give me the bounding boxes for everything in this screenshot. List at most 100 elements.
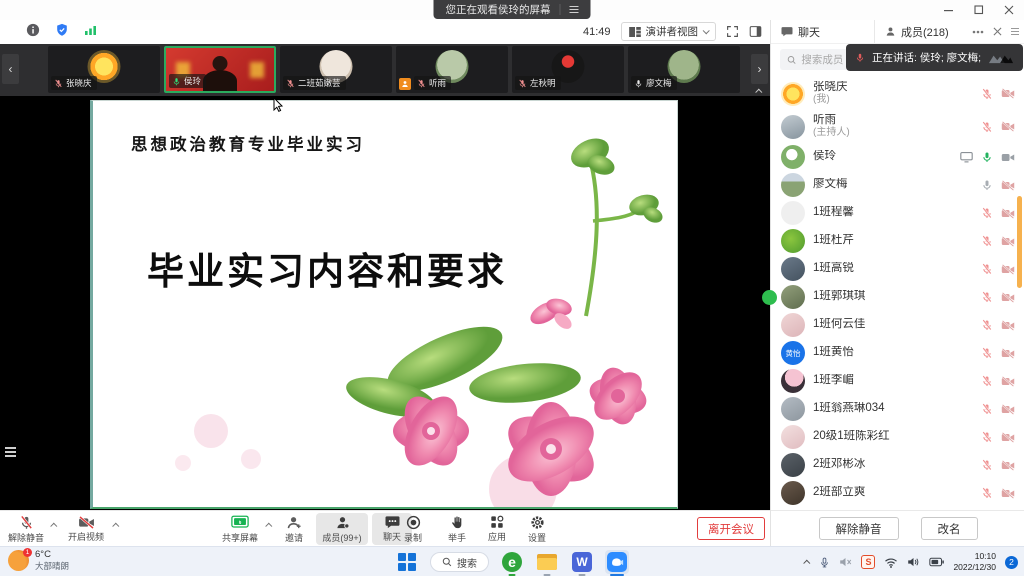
- member-row[interactable]: 2班邓彬冰: [771, 451, 1024, 479]
- avatar: [781, 369, 805, 393]
- unmute-button[interactable]: 解除静音: [2, 513, 50, 545]
- tray-audio-muted-icon[interactable]: [839, 556, 852, 568]
- screen-watch-banner[interactable]: 您正在观看侯玲的屏幕: [434, 0, 591, 19]
- rename-button[interactable]: 改名: [921, 517, 978, 540]
- video-tile[interactable]: 张晓庆: [48, 46, 160, 93]
- collapse-strip-icon[interactable]: [755, 89, 762, 96]
- view-mode-dropdown[interactable]: 演讲者视图: [621, 22, 717, 41]
- fullscreen-icon[interactable]: [726, 25, 739, 38]
- member-row[interactable]: 2班部立爽: [771, 479, 1024, 507]
- reaction-bubble[interactable]: [762, 290, 777, 305]
- member-row[interactable]: 1班高锐: [771, 255, 1024, 283]
- meeting-window: 您正在观看侯玲的屏幕 41:49 演讲者视图 ‹: [0, 0, 1024, 576]
- video-thumbnail-strip: ‹ 张晓庆 侯玲 二班茹嫩芸 听雨 左秋明 廖文梅: [0, 44, 770, 96]
- member-row[interactable]: 20级1班陈彩红: [771, 423, 1024, 451]
- leave-meeting-button[interactable]: 离开会议: [697, 517, 765, 540]
- member-row[interactable]: 廖文梅: [771, 171, 1024, 199]
- member-name: 1班翁燕琳034: [813, 402, 973, 415]
- member-row[interactable]: 黄怡 1班黄怡: [771, 339, 1024, 367]
- meeting-app-icon[interactable]: [605, 550, 629, 574]
- member-list-scrollbar[interactable]: [1017, 196, 1022, 288]
- tray-mic-icon[interactable]: [819, 556, 830, 569]
- avatar: [781, 285, 805, 309]
- member-row[interactable]: 1班翁燕琳034: [771, 395, 1024, 423]
- mic-options-chevron[interactable]: [50, 523, 57, 530]
- member-row[interactable]: 侯玲: [771, 143, 1024, 171]
- unmute-all-button[interactable]: 解除静音: [819, 517, 899, 540]
- slide-title: 毕业实习内容和要求: [147, 241, 507, 295]
- minimize-button[interactable]: [944, 5, 954, 15]
- close-button[interactable]: [1004, 5, 1014, 15]
- apps-grid-icon: [490, 515, 504, 529]
- mic-muted-icon: [54, 79, 63, 88]
- tray-expand-chevron[interactable]: [804, 559, 811, 566]
- member-name: 1班黄怡: [813, 346, 973, 359]
- share-screen-icon: [231, 515, 249, 530]
- battery-icon[interactable]: [929, 557, 944, 567]
- member-row[interactable]: 张晓庆(我): [771, 77, 1024, 110]
- video-tile[interactable]: 左秋明: [512, 46, 624, 93]
- tab-members[interactable]: 成员(218): [874, 20, 972, 43]
- share-screen-button[interactable]: 共享屏幕: [216, 513, 264, 545]
- network-signal-icon[interactable]: [84, 24, 98, 36]
- browser-app-icon[interactable]: e: [500, 550, 524, 574]
- file-explorer-icon[interactable]: [535, 550, 559, 574]
- start-video-button[interactable]: 开启视频: [60, 513, 112, 545]
- record-button[interactable]: 录制: [389, 513, 437, 545]
- meeting-info-icon[interactable]: [26, 23, 40, 37]
- logo-watermark-icon: [988, 51, 1014, 64]
- mic-muted-icon: [981, 319, 993, 331]
- tab-chat[interactable]: 聊天: [771, 24, 874, 40]
- strip-scroll-left-button[interactable]: ‹: [2, 54, 19, 84]
- member-row[interactable]: 1班郭琪琪: [771, 283, 1024, 311]
- avatar: [781, 145, 805, 169]
- divider: [560, 4, 561, 15]
- speaking-text: 正在讲话: 侯玲; 廖文梅;: [872, 50, 981, 65]
- close-panel-icon[interactable]: [993, 27, 1002, 36]
- members-button[interactable]: 成员(99+): [316, 513, 368, 545]
- member-name: 侯玲: [813, 150, 952, 163]
- member-row[interactable]: 听雨(主持人): [771, 110, 1024, 143]
- invite-button[interactable]: 邀请: [274, 513, 314, 545]
- member-name: 20级1班陈彩红: [813, 430, 973, 443]
- weather-widget[interactable]: 1 6°C大部晴朗: [8, 549, 69, 572]
- notification-badge[interactable]: 2: [1005, 556, 1018, 569]
- video-tile[interactable]: 二班茹嫩芸: [280, 46, 392, 93]
- share-options-chevron[interactable]: [265, 523, 272, 530]
- camera-off-icon: [1001, 236, 1015, 247]
- taskbar-search[interactable]: 搜索: [430, 552, 489, 572]
- strip-scroll-right-button[interactable]: ›: [751, 54, 768, 84]
- maximize-button[interactable]: [974, 5, 984, 15]
- settings-button[interactable]: 设置: [513, 513, 561, 545]
- wps-app-icon[interactable]: W: [570, 550, 594, 574]
- camera-off-icon: [1001, 292, 1015, 303]
- mic-muted-icon: [981, 375, 993, 387]
- video-tile[interactable]: 廖文梅: [628, 46, 740, 93]
- security-shield-icon[interactable]: [55, 23, 69, 37]
- video-tile[interactable]: 听雨: [396, 46, 508, 93]
- member-row[interactable]: 1班程馨: [771, 199, 1024, 227]
- person-silhouette: [203, 70, 237, 92]
- invite-label: 邀请: [285, 531, 303, 544]
- member-row[interactable]: 1班杜芹: [771, 227, 1024, 255]
- start-video-label: 开启视频: [68, 530, 104, 543]
- video-options-chevron[interactable]: [112, 523, 119, 530]
- member-row[interactable]: 1班何云佳: [771, 311, 1024, 339]
- clock-time: 10:10: [975, 551, 996, 562]
- side-toolbar-icon[interactable]: [5, 447, 16, 457]
- wifi-icon[interactable]: [884, 557, 898, 568]
- taskbar-clock[interactable]: 10:10 2022/12/30: [953, 551, 996, 573]
- side-panel-icon[interactable]: [749, 25, 762, 38]
- camera-off-icon: [1001, 488, 1015, 499]
- meeting-timer: 41:49: [583, 26, 611, 38]
- start-button[interactable]: [395, 550, 419, 574]
- screen-sharing-icon: [960, 151, 973, 163]
- banner-menu-icon[interactable]: [570, 6, 579, 14]
- flower-decoration: [93, 101, 678, 509]
- video-tile[interactable]: 侯玲: [164, 46, 276, 93]
- volume-icon[interactable]: [907, 556, 920, 568]
- tray-s-app-icon[interactable]: S: [861, 555, 875, 569]
- panel-menu-icon[interactable]: [1011, 28, 1019, 36]
- more-icon[interactable]: [972, 30, 984, 34]
- member-row[interactable]: 1班李嵋: [771, 367, 1024, 395]
